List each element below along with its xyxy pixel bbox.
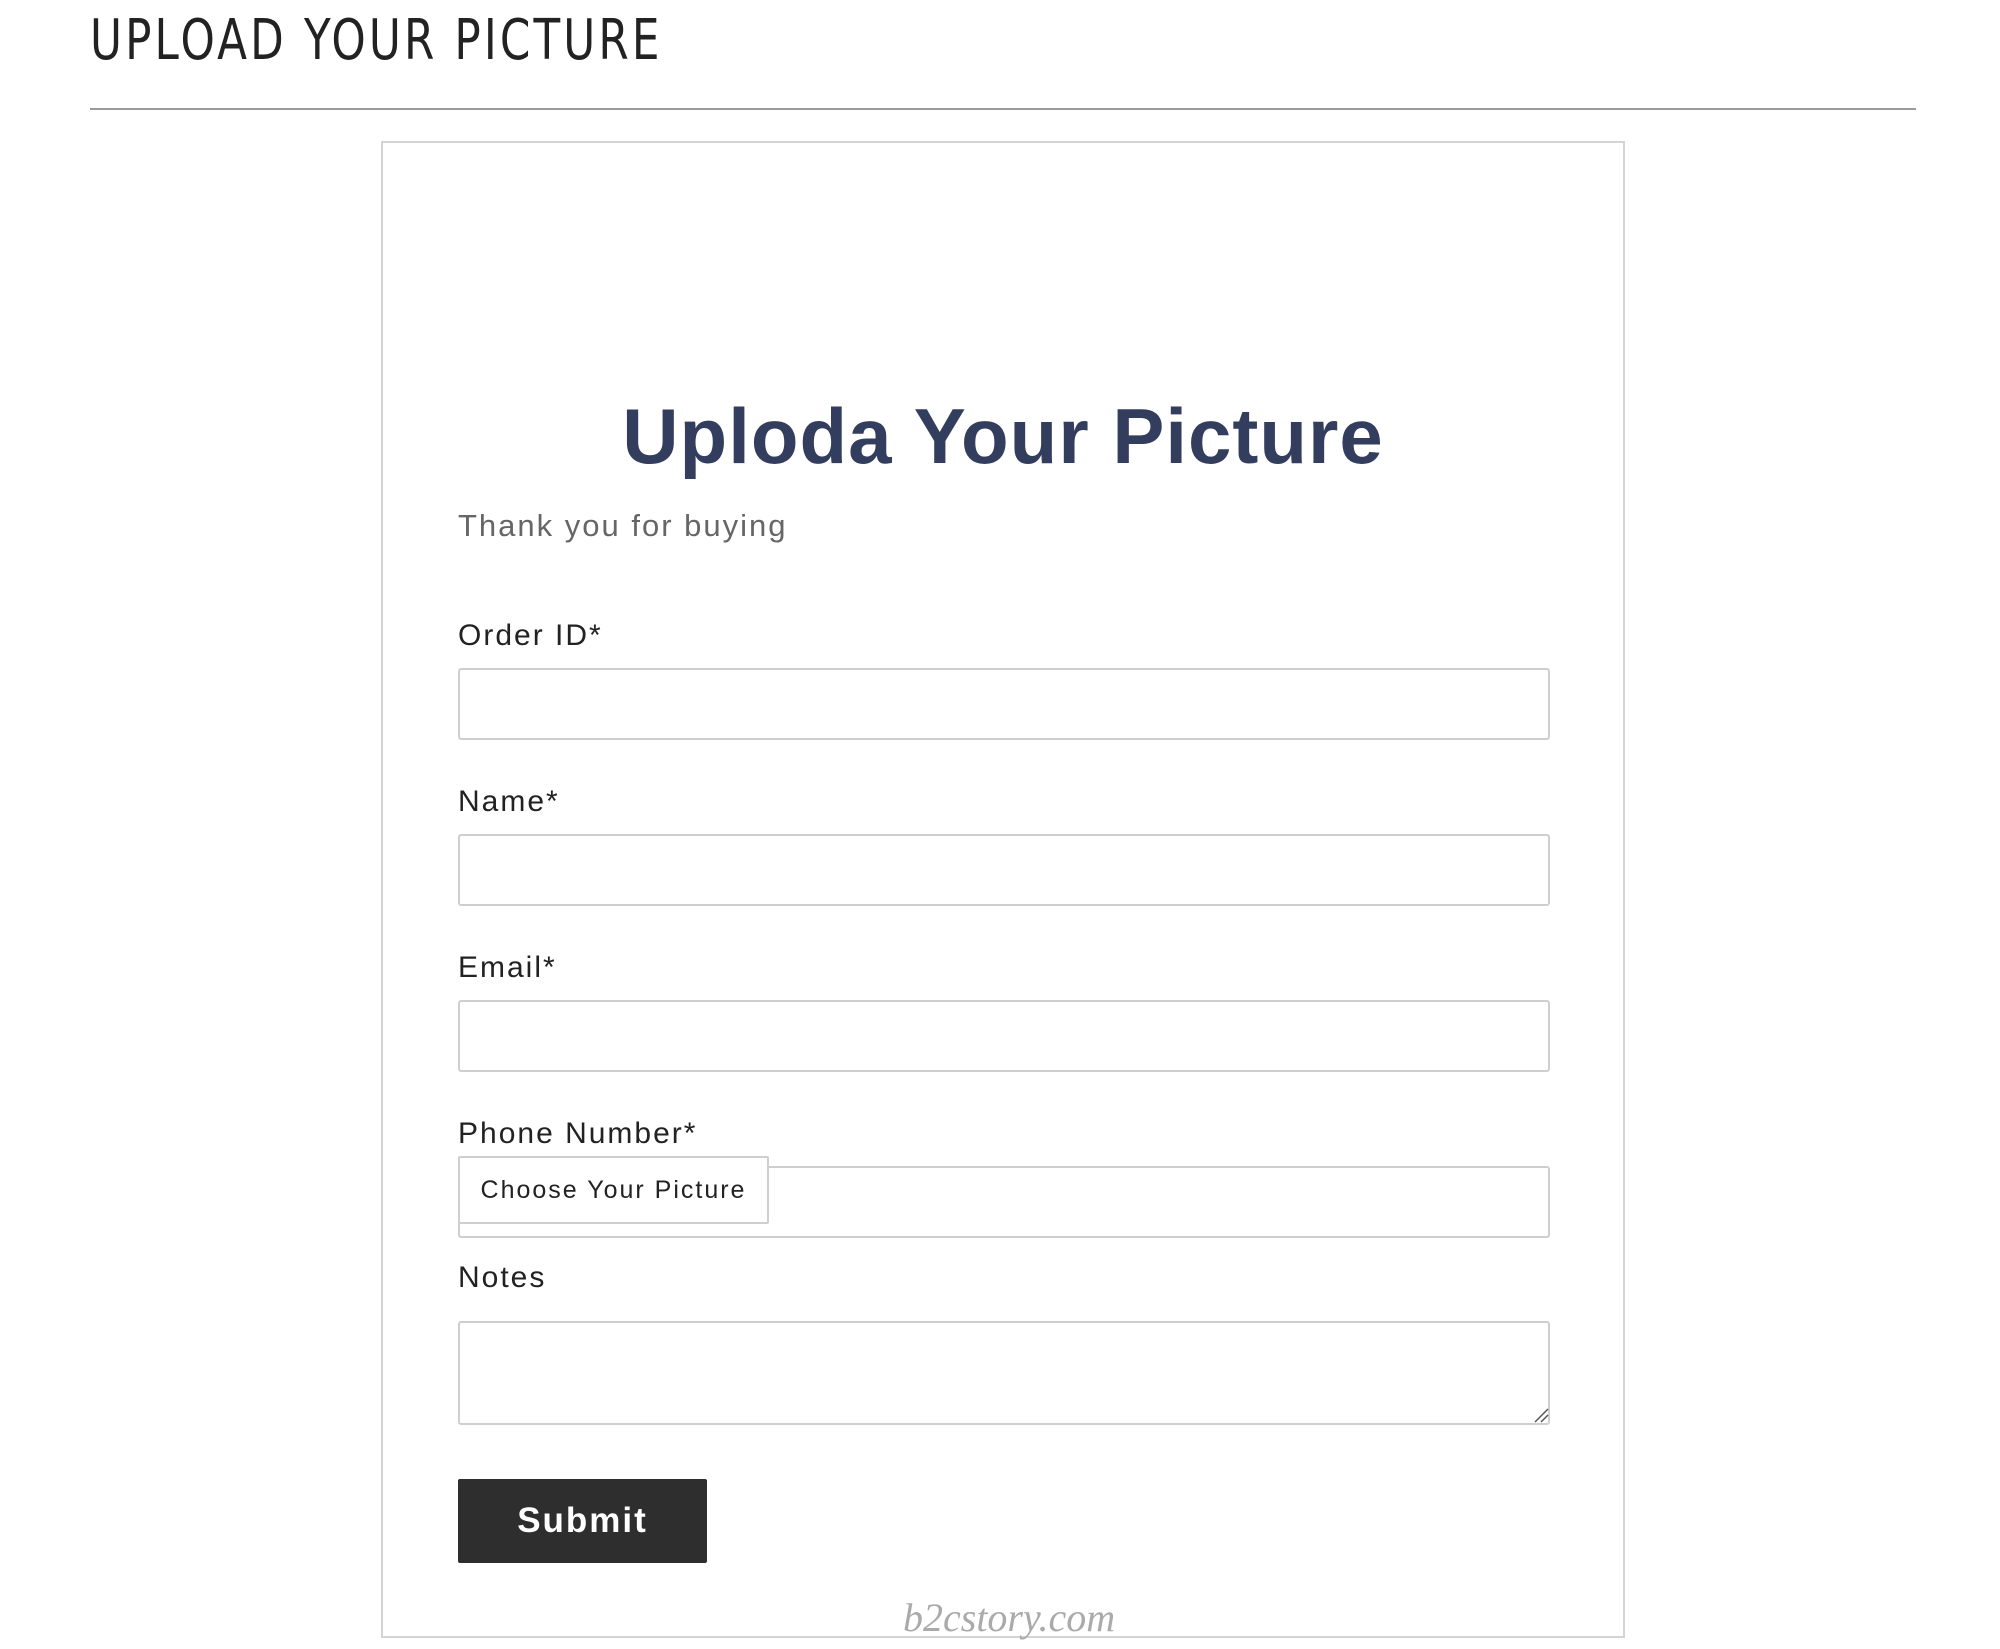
page-title: UPLOAD YOUR PICTURE [90,8,663,73]
email-input[interactable] [458,1000,1550,1072]
form-heading: Uploda Your Picture [622,392,1384,480]
choose-picture-button[interactable]: Choose Your Picture [458,1156,769,1224]
upload-form-card: Uploda Your Picture Thank you for buying… [381,141,1625,1638]
title-divider [90,108,1916,110]
name-label: Name* [458,785,560,818]
notes-label: Notes [458,1261,547,1294]
phone-number-label: Phone Number* [458,1117,698,1150]
email-label: Email* [458,951,557,984]
order-id-input[interactable] [458,668,1550,740]
notes-textarea[interactable] [458,1321,1550,1425]
resize-handle-icon[interactable] [1533,1407,1549,1423]
order-id-label: Order ID* [458,619,603,652]
submit-button[interactable]: Submit [458,1479,707,1563]
watermark: b2cstory.com [903,1595,1116,1640]
name-input[interactable] [458,834,1550,906]
form-subtitle: Thank you for buying [458,508,788,543]
